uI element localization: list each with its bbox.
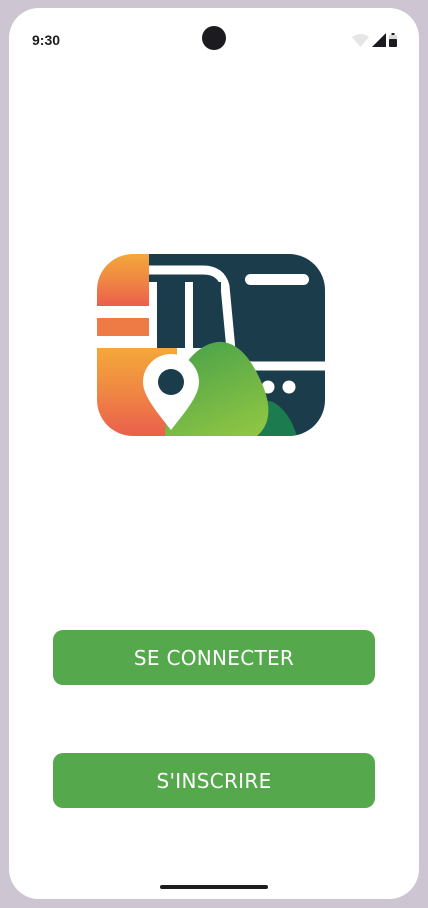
app-logo — [97, 254, 325, 436]
phone-screen: 9:30 SE CONNECTER S'INSCRIRE — [9, 8, 419, 899]
login-button[interactable]: SE CONNECTER — [53, 630, 375, 685]
status-icons — [352, 33, 397, 47]
wifi-icon — [352, 34, 369, 47]
status-time: 9:30 — [32, 32, 61, 48]
camera-cutout — [202, 26, 226, 50]
battery-icon — [389, 33, 397, 47]
signal-icon — [372, 33, 386, 47]
status-bar: 9:30 — [9, 8, 419, 58]
home-indicator[interactable] — [160, 885, 268, 889]
register-button[interactable]: S'INSCRIRE — [53, 753, 375, 808]
